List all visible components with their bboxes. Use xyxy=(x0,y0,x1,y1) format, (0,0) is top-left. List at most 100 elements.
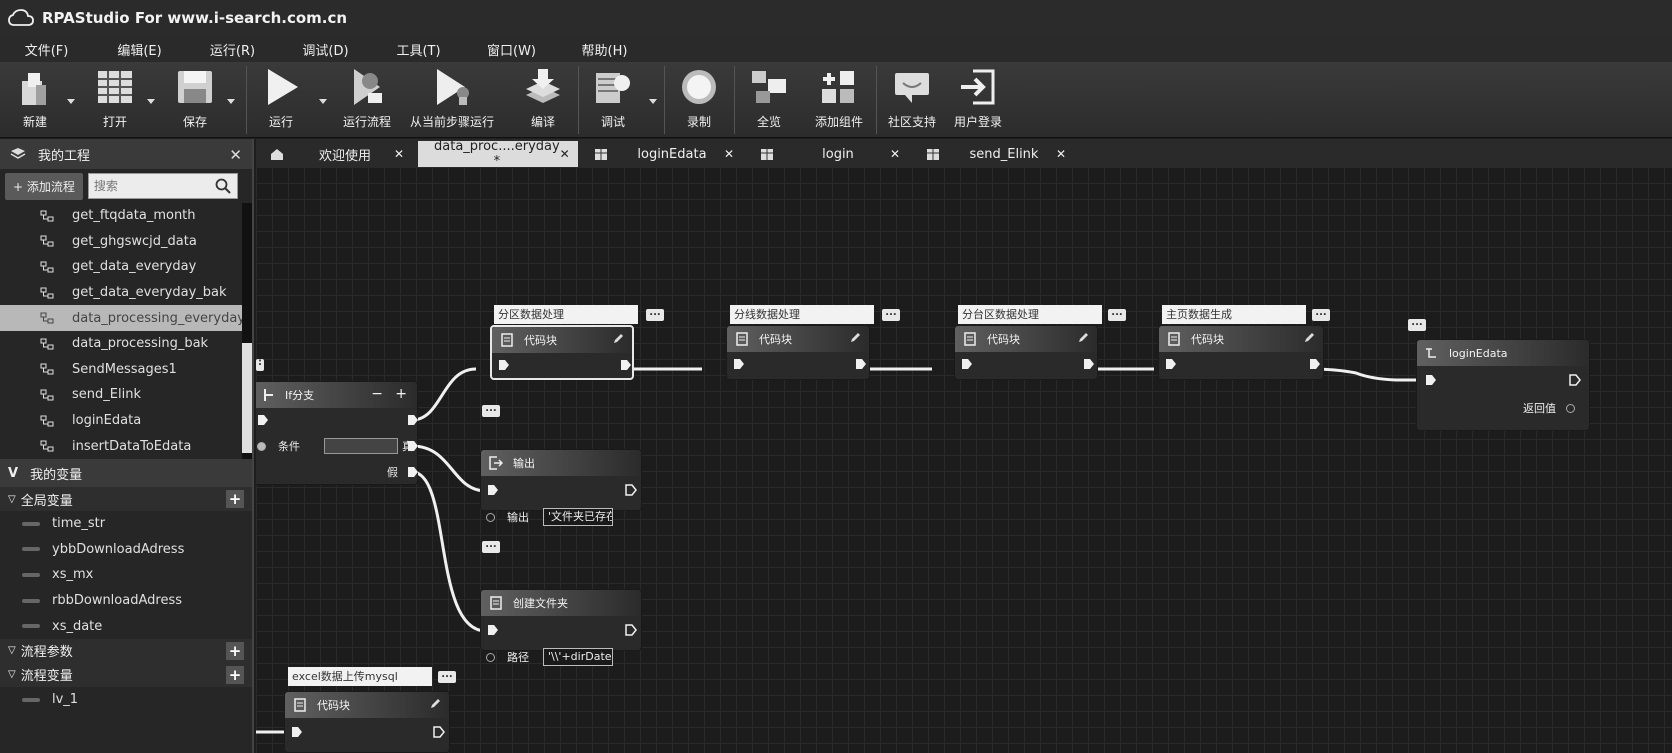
record-button[interactable]: 录制 xyxy=(672,66,726,136)
tab-send-elink[interactable]: send_Elink ✕ xyxy=(912,141,1076,167)
exec-in-pin[interactable] xyxy=(498,359,510,371)
variable-item[interactable]: ybbDownloadAdress xyxy=(0,537,252,563)
node-label[interactable]: 分台区数据处理 xyxy=(958,305,1102,324)
node-label[interactable]: 分区数据处理 xyxy=(494,305,638,324)
edit-pencil-icon[interactable] xyxy=(1303,332,1315,344)
exec-in-pin[interactable] xyxy=(1165,358,1177,370)
collapse-minus-icon[interactable]: − xyxy=(371,386,383,402)
flow-list-item[interactable]: data_processing_everyday xyxy=(0,305,252,331)
node-label[interactable]: 分线数据处理 xyxy=(730,305,874,324)
exec-out-pin[interactable] xyxy=(1083,358,1095,370)
save-button[interactable]: 保存 xyxy=(168,66,222,136)
exec-in-pin[interactable] xyxy=(291,726,303,738)
condition-input[interactable] xyxy=(324,438,398,454)
path-pin[interactable] xyxy=(486,652,495,662)
return-value-pin[interactable] xyxy=(1566,403,1575,413)
if-branch-node[interactable]: If分支 − + 条件 真 假 xyxy=(256,381,418,485)
exec-out-pin[interactable] xyxy=(1569,374,1581,386)
close-icon[interactable]: ✕ xyxy=(229,146,242,164)
menu-file[interactable]: 文件(F) xyxy=(0,40,93,59)
menu-run[interactable]: 运行(R) xyxy=(186,40,279,59)
more-options-button[interactable]: ... xyxy=(482,540,500,553)
tab-welcome[interactable]: 欢迎使用 ✕ xyxy=(256,141,414,167)
flow-list-item[interactable]: insertDataToEdata xyxy=(0,433,252,459)
more-options-button[interactable]: ... xyxy=(1108,308,1126,321)
tab-close-icon[interactable]: ✕ xyxy=(394,147,404,161)
menu-debug[interactable]: 调试(D) xyxy=(279,40,372,59)
edit-pencil-icon[interactable] xyxy=(612,333,624,345)
exec-out-pin[interactable] xyxy=(625,484,637,496)
more-options-button[interactable]: ... xyxy=(438,670,456,683)
exec-in-pin[interactable] xyxy=(487,624,499,636)
condition-pin[interactable] xyxy=(257,441,266,451)
tab-close-icon[interactable]: ✕ xyxy=(1056,147,1066,161)
add-flow-var-button[interactable]: + xyxy=(226,665,244,684)
debug-dropdown-arrow-icon[interactable] xyxy=(648,96,658,106)
tab-loginedata[interactable]: loginEdata ✕ xyxy=(580,141,744,167)
create-folder-node[interactable]: 创建文件夹 xyxy=(480,589,642,651)
add-flow-button[interactable]: + 添加流程 xyxy=(5,172,83,200)
exec-in-pin[interactable] xyxy=(733,358,745,370)
flow-list-item[interactable]: get_data_everyday xyxy=(0,254,252,280)
exec-out-pin[interactable] xyxy=(855,358,867,370)
debug-button[interactable]: 调试 xyxy=(586,66,640,136)
scrollbar-thumb[interactable] xyxy=(242,343,252,453)
run-button[interactable]: 运行 xyxy=(254,66,308,136)
output-value-field[interactable]: '文件夹已存在' xyxy=(543,508,613,526)
edit-pencil-icon[interactable] xyxy=(1077,332,1089,344)
exec-out-pin[interactable] xyxy=(620,359,632,371)
compile-button[interactable]: 编译 xyxy=(516,66,570,136)
community-button[interactable]: 社区支持 xyxy=(882,66,942,136)
flow-list-item[interactable]: loginEdata xyxy=(0,408,252,434)
code-block-node[interactable]: 代码块 xyxy=(1158,325,1324,380)
add-global-var-button[interactable]: + xyxy=(226,490,244,508)
flow-list-item[interactable]: get_ghgswcjd_data xyxy=(0,229,252,255)
exec-out-pin[interactable] xyxy=(433,726,445,738)
more-options-button[interactable]: ... xyxy=(646,308,664,321)
flow-vars-group[interactable]: ▽ 流程变量 + xyxy=(0,662,252,687)
search-input[interactable] xyxy=(88,174,209,198)
exec-out-pin[interactable] xyxy=(1309,358,1321,370)
code-block-node[interactable]: 代码块 xyxy=(954,325,1098,380)
overview-button[interactable]: 全览 xyxy=(742,66,796,136)
global-vars-group[interactable]: ▽ 全局变量 + xyxy=(0,487,252,511)
exec-in-pin[interactable] xyxy=(487,484,499,496)
true-out-pin[interactable] xyxy=(407,440,419,452)
search-icon[interactable] xyxy=(215,178,231,194)
node-label[interactable]: 主页数据生成 xyxy=(1162,305,1306,324)
run-flow-button[interactable]: 运行流程 xyxy=(336,66,398,136)
flow-list-scrollbar[interactable] xyxy=(242,203,252,459)
flow-list-item[interactable]: send_Elink xyxy=(0,382,252,408)
variable-item[interactable]: lv_1 xyxy=(0,687,252,713)
flow-list-item[interactable]: get_data_everyday_bak xyxy=(0,280,252,306)
menu-help[interactable]: 帮助(H) xyxy=(558,40,651,59)
flow-list-item[interactable]: SendMessages1 xyxy=(0,357,252,383)
path-value-field[interactable]: '\\'+dirDate xyxy=(543,648,613,666)
run-from-step-button[interactable]: 从当前步骤运行 xyxy=(406,66,498,136)
menu-edit[interactable]: 编辑(E) xyxy=(93,40,186,59)
tab-close-icon[interactable]: ✕ xyxy=(724,147,734,161)
exec-in-pin[interactable] xyxy=(961,358,973,370)
edit-pencil-icon[interactable] xyxy=(849,332,861,344)
more-options-button[interactable]: ... xyxy=(1312,308,1330,321)
false-out-pin[interactable] xyxy=(407,466,419,478)
exec-in-pin[interactable] xyxy=(257,414,269,426)
code-block-node[interactable]: 代码块 xyxy=(490,325,634,380)
more-options-button[interactable]: ... xyxy=(882,308,900,321)
exec-out-pin[interactable] xyxy=(407,414,419,426)
exec-in-pin[interactable] xyxy=(1425,374,1437,386)
login-button[interactable]: 用户登录 xyxy=(948,66,1008,136)
more-options-button[interactable]: ... xyxy=(1408,318,1426,331)
output-node[interactable]: 输出 xyxy=(480,449,642,511)
output-pin[interactable] xyxy=(486,512,495,522)
tab-login[interactable]: login ✕ xyxy=(746,141,910,167)
edit-pencil-icon[interactable] xyxy=(429,698,441,710)
run-dropdown-arrow-icon[interactable] xyxy=(318,96,328,106)
code-block-node[interactable]: 代码块 xyxy=(726,325,870,380)
exec-out-pin[interactable] xyxy=(625,624,637,636)
tab-data-processing[interactable]: data_proc....eryday * ✕ xyxy=(418,139,578,169)
code-block-node[interactable]: 代码块 xyxy=(284,691,450,753)
more-options-button[interactable]: ... xyxy=(482,404,500,417)
workflow-canvas[interactable]: : If分支 − + 条件 真 假 分区数据处理 ... 代码块 分线数据处理 xyxy=(256,167,1672,753)
variable-item[interactable]: xs_mx xyxy=(0,562,252,588)
